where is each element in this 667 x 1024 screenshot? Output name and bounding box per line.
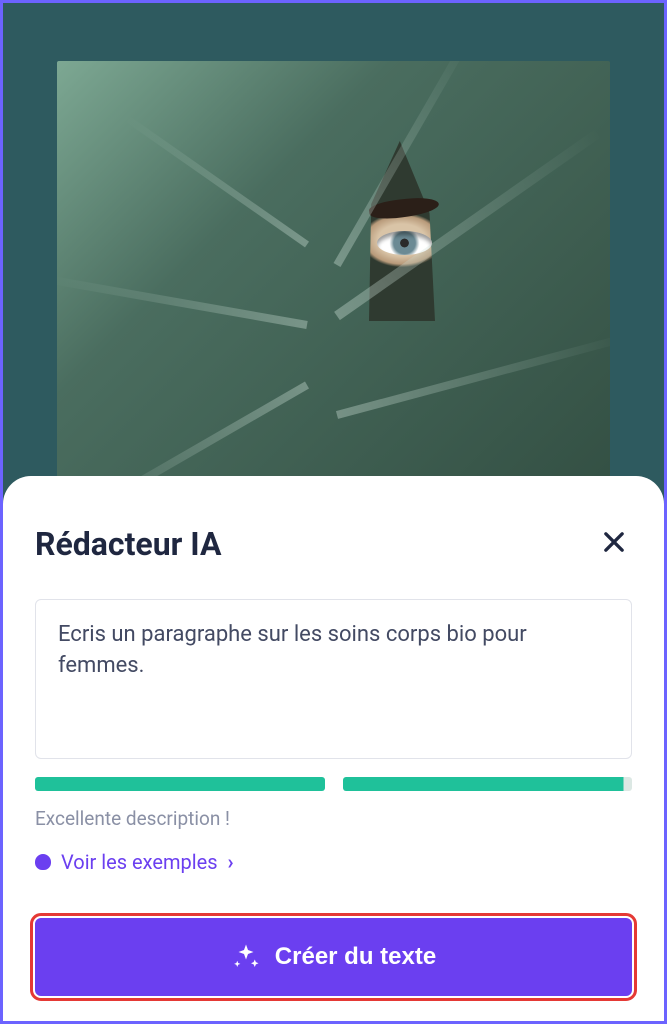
sheet-title: Rédacteur IA [35,525,221,563]
sparkle-icon [231,942,261,972]
lightbulb-icon [35,854,51,870]
close-icon [600,528,628,556]
quality-segment-1 [35,777,325,791]
quality-feedback: Excellente description ! [35,807,632,830]
create-text-button[interactable]: Créer du texte [35,918,632,996]
quality-segment-2 [343,777,633,791]
close-button[interactable] [596,524,632,563]
sheet-header: Rédacteur IA [35,524,632,563]
see-examples-link[interactable]: Voir les exemples › [35,850,234,874]
quality-meter [35,777,632,791]
prompt-input[interactable] [35,599,632,759]
ai-writer-sheet: Rédacteur IA Excellente description ! Vo… [3,476,664,1021]
examples-label: Voir les exemples [61,850,218,874]
create-button-label: Créer du texte [275,943,436,971]
chevron-right-icon: › [228,850,234,874]
